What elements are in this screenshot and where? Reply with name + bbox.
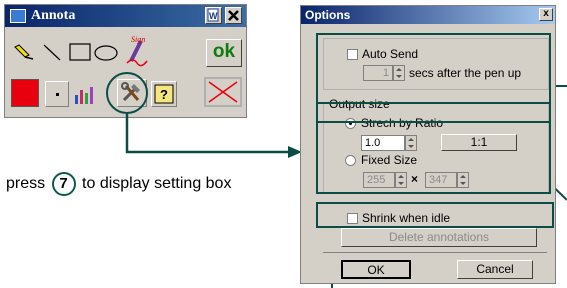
step-number-badge: 7	[51, 172, 76, 196]
options-title: Options	[305, 8, 351, 22]
instruction-prefix: press	[6, 175, 46, 193]
ok-button[interactable]: OK	[341, 260, 411, 279]
output-size-highlight	[316, 102, 551, 194]
cancel-button[interactable]: Cancel	[457, 260, 533, 279]
delete-annotations-button[interactable]: Delete annotations	[341, 228, 537, 247]
options-title-bar[interactable]: Options x	[301, 6, 555, 24]
shrink-highlight	[316, 202, 554, 228]
button-divider	[323, 252, 547, 253]
instruction-suffix: to display setting box	[82, 175, 232, 193]
instruction-text: press 7 to display setting box	[6, 172, 266, 196]
close-icon[interactable]: x	[539, 8, 553, 21]
